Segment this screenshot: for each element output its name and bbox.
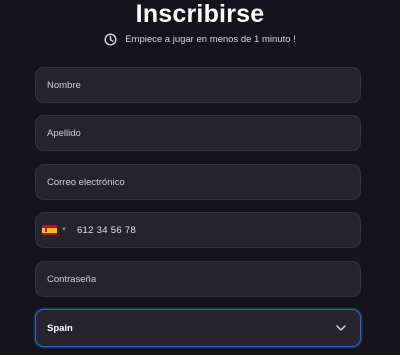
password-placeholder: Contraseña [47,273,97,285]
country-code-dropdown-icon[interactable]: ▼ [61,227,67,233]
email-field[interactable]: Correo electrónico [35,164,361,200]
chevron-down-icon[interactable] [335,322,347,334]
last-name-placeholder: Apellido [47,127,81,139]
first-name-field[interactable]: Nombre [35,67,361,103]
country-select-value: Spain [47,322,73,334]
page-title: Inscribirse [135,0,265,28]
clock-icon [104,33,117,46]
subtitle-row: Empiece a jugar en menos de 1 minuto ! [0,33,400,46]
country-select[interactable]: Spain [35,309,361,347]
phone-placeholder: 612 34 56 78 [76,224,137,236]
first-name-placeholder: Nombre [47,79,81,91]
signup-page: Inscribirse Empiece a jugar en menos de … [0,0,400,355]
last-name-field[interactable]: Apellido [35,115,361,151]
subtitle-text: Empiece a jugar en menos de 1 minuto ! [125,34,296,45]
email-placeholder: Correo electrónico [47,176,125,188]
phone-field[interactable]: ▼ 612 34 56 78 [35,212,361,248]
password-field[interactable]: Contraseña [35,261,361,297]
spain-flag-icon[interactable] [42,225,57,235]
